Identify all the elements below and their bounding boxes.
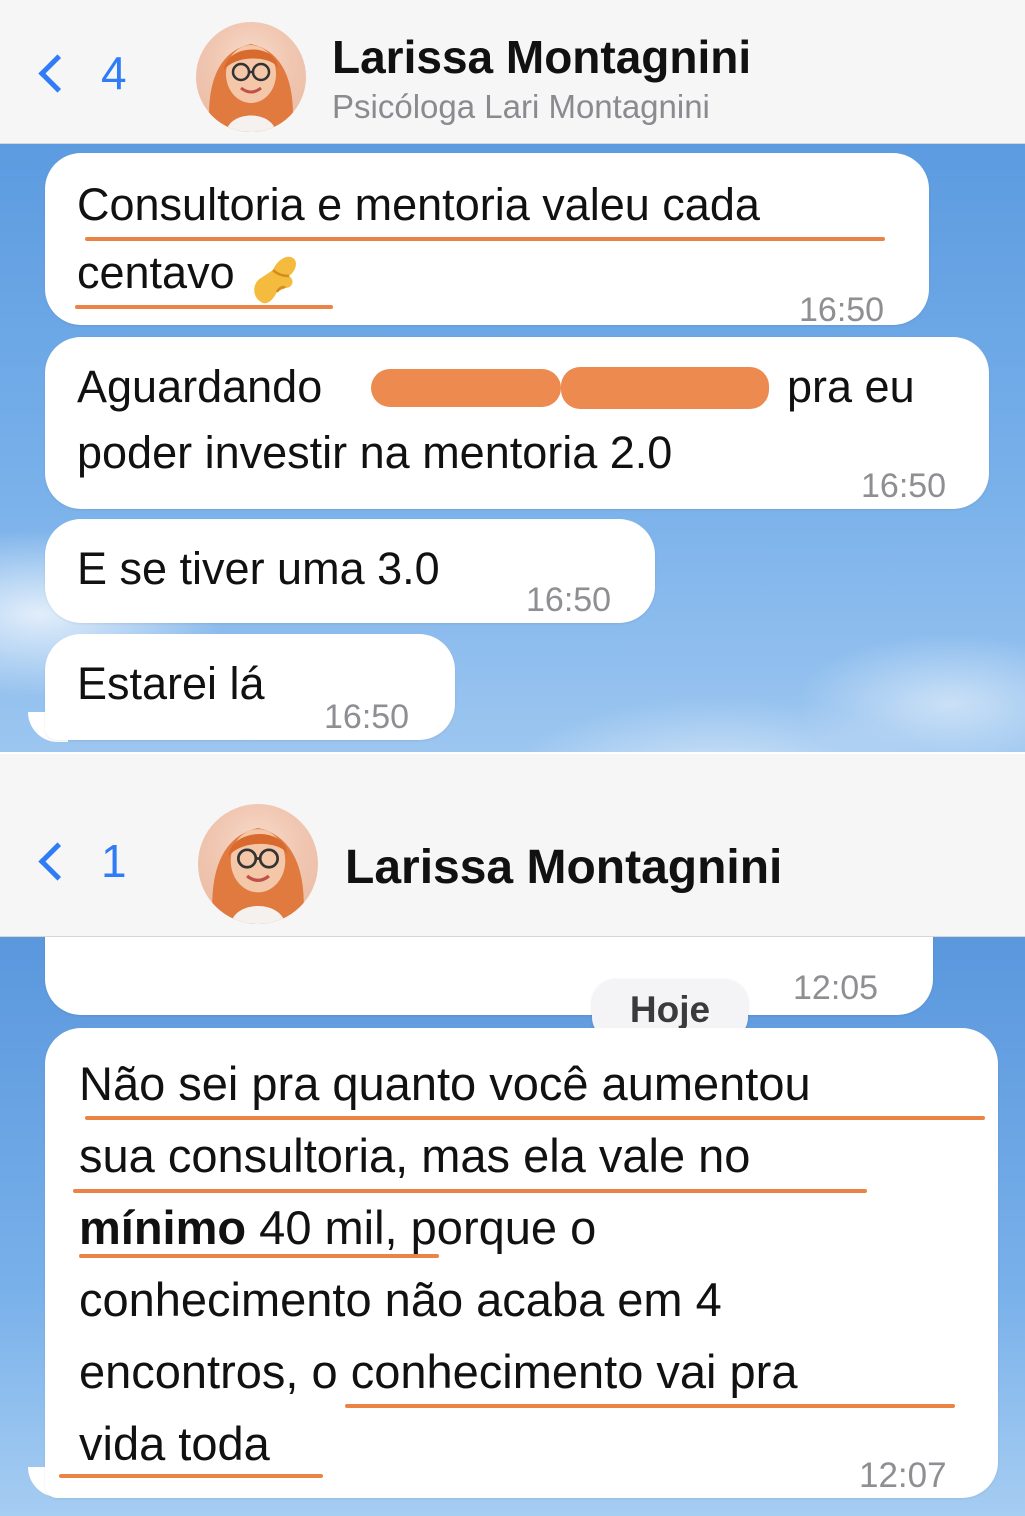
- chat-header: 4 Larissa Montagnini Psicóloga Lari Mont…: [0, 0, 1025, 144]
- message-bubble[interactable]: E se tiver uma 3.0 16:50: [45, 519, 655, 623]
- chat-background: Consultoria e mentoria valeu cada centav…: [0, 144, 1025, 752]
- message-bubble[interactable]: Não sei pra quanto você aumentou sua con…: [45, 1028, 998, 1498]
- message-time: 16:50: [799, 291, 885, 329]
- unread-count: 1: [101, 835, 127, 887]
- contact-name[interactable]: Larissa Montagnini: [332, 30, 751, 84]
- message-text: centavo: [77, 239, 299, 306]
- message-time: 16:50: [861, 467, 947, 505]
- chat-background: 12:05 Hoje Não sei pra quanto você aumen…: [0, 937, 1025, 1516]
- chevron-left-icon: [38, 53, 77, 93]
- message-text: E se tiver uma 3.0: [77, 543, 440, 594]
- avatar[interactable]: [196, 22, 306, 132]
- contact-subtitle: Psicóloga Lari Montagnini: [332, 88, 710, 125]
- message-text: encontros, o conhecimento vai pra: [79, 1345, 798, 1398]
- avatar[interactable]: [198, 804, 318, 924]
- message-time: 16:50: [526, 581, 612, 619]
- highlight-underline: [345, 1404, 955, 1408]
- back-button[interactable]: 4: [36, 46, 127, 100]
- message-time: 16:50: [324, 698, 410, 736]
- chat-screen-1: 4 Larissa Montagnini Psicóloga Lari Mont…: [0, 0, 1025, 752]
- message-text: Aguardando: [77, 361, 323, 412]
- back-button[interactable]: 1: [36, 834, 127, 888]
- message-text: Não sei pra quanto você aumentou: [79, 1057, 811, 1110]
- chat-screen-2: 1 Larissa Montagnini 12:05 Hoje Não sei: [0, 754, 1025, 1516]
- highlight-underline: [79, 1254, 439, 1258]
- message-bubble[interactable]: Consultoria e mentoria valeu cada centav…: [45, 153, 929, 329]
- message-bubble[interactable]: Aguardando pra eu poder investir na ment…: [45, 337, 989, 509]
- message-bubble[interactable]: Estarei lá 16:50: [45, 634, 455, 740]
- avatar-photo: [212, 828, 304, 924]
- chat-header: 1 Larissa Montagnini: [0, 754, 1025, 937]
- message-time: 12:07: [859, 1456, 947, 1495]
- avatar-photo: [209, 44, 293, 132]
- unread-count: 4: [101, 47, 127, 99]
- message-text: poder investir na mentoria 2.0: [77, 427, 673, 478]
- redacted-text: [561, 367, 769, 409]
- contact-name[interactable]: Larissa Montagnini: [345, 840, 782, 895]
- message-text: conhecimento não acaba em 4: [79, 1273, 722, 1326]
- highlight-underline: [75, 305, 333, 309]
- message-text: Estarei lá: [77, 658, 265, 709]
- message-time: 12:05: [793, 969, 879, 1007]
- chevron-left-icon: [38, 841, 77, 881]
- message-text: pra eu: [787, 361, 915, 412]
- redacted-text: [371, 369, 561, 407]
- message-bubble[interactable]: 12:05: [45, 937, 933, 1015]
- highlight-underline: [59, 1474, 323, 1478]
- message-text: Consultoria e mentoria valeu cada: [77, 179, 760, 230]
- pinched-fingers-icon: [247, 252, 299, 304]
- message-text: vida toda: [79, 1417, 270, 1470]
- message-text: sua consultoria, mas ela vale no: [79, 1129, 751, 1182]
